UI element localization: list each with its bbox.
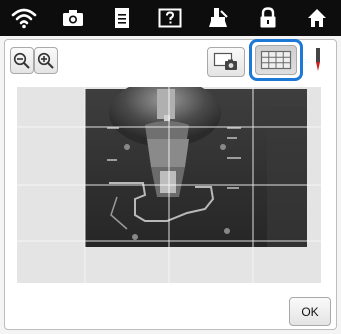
camera-view-screen: OK: [0, 0, 341, 334]
document-icon[interactable]: [106, 2, 138, 34]
sewing-presser-icon[interactable]: [203, 2, 235, 34]
home-icon[interactable]: [301, 2, 333, 34]
ok-button-label: OK: [301, 304, 319, 319]
help-icon[interactable]: [154, 2, 186, 34]
camera-view-button[interactable]: [207, 47, 245, 77]
needle-icon: [316, 48, 320, 71]
zoom-out-button[interactable]: [10, 47, 34, 74]
zoom-in-button[interactable]: [34, 47, 58, 74]
zoom-in-icon: [37, 52, 54, 69]
wifi-icon[interactable]: [8, 2, 40, 34]
camera-image: [17, 87, 321, 283]
grid-icon: [260, 50, 292, 70]
top-toolbar: [0, 0, 341, 36]
camera-viewport: [17, 87, 321, 283]
grid-button[interactable]: [255, 45, 297, 75]
needle-position-button[interactable]: [304, 45, 332, 75]
zoom-out-icon: [13, 52, 30, 69]
lock-icon[interactable]: [252, 2, 284, 34]
ok-button[interactable]: OK: [289, 297, 331, 326]
camera-icon[interactable]: [57, 2, 89, 34]
camera-view-icon: [213, 52, 237, 70]
